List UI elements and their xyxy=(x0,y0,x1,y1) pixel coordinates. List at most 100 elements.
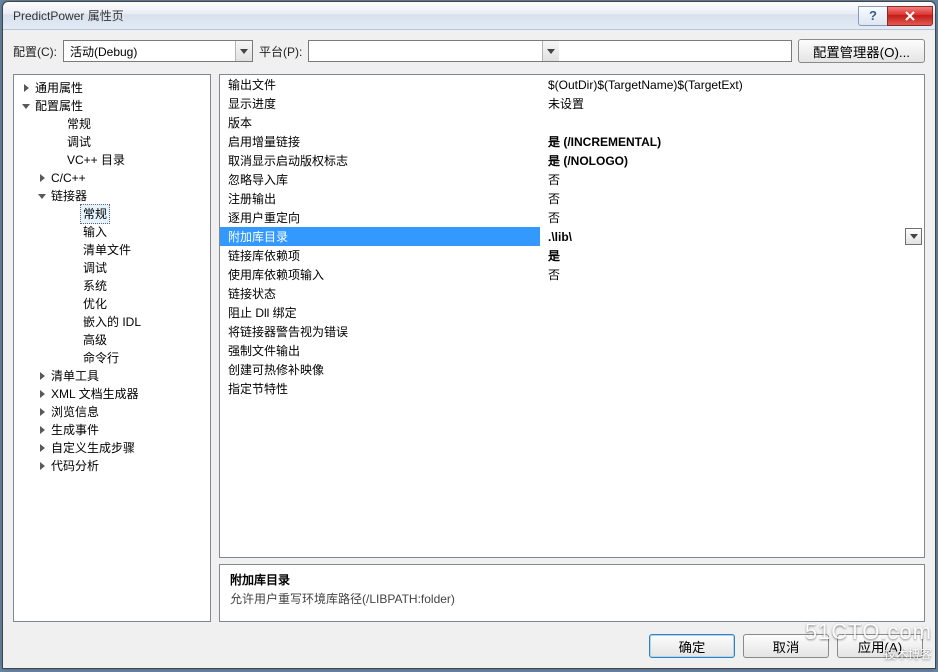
property-row[interactable]: 使用库依赖项输入否 xyxy=(220,265,924,284)
description-title: 附加库目录 xyxy=(230,571,914,588)
dropdown-button[interactable] xyxy=(905,228,922,245)
property-row[interactable]: 启用增量链接是 (/INCREMENTAL) xyxy=(220,132,924,151)
property-name: 指定节特性 xyxy=(220,379,540,398)
property-row[interactable]: 阻止 Dll 绑定 xyxy=(220,303,924,322)
nav-tree[interactable]: 通用属性 配置属性 常规 调试 VC++ 目录 C/C++ 链接器 常规 输入 … xyxy=(13,74,211,622)
property-name: 附加库目录 xyxy=(220,227,540,246)
tree-node-xmlgen[interactable]: XML 文档生成器 xyxy=(14,385,210,403)
expand-icon xyxy=(40,462,45,470)
property-name: 取消显示启动版权标志 xyxy=(220,151,540,170)
tree-node-linker-debug[interactable]: 调试 xyxy=(14,259,210,277)
property-row[interactable]: 链接状态 xyxy=(220,284,924,303)
property-name: 强制文件输出 xyxy=(220,341,540,360)
property-grid[interactable]: 输出文件$(OutDir)$(TargetName)$(TargetExt)显示… xyxy=(219,74,925,558)
titlebar[interactable]: PredictPower 属性页 ? xyxy=(3,2,935,30)
property-name: 忽略导入库 xyxy=(220,170,540,189)
property-row[interactable]: 链接库依赖项是 xyxy=(220,246,924,265)
window-buttons: ? xyxy=(859,6,933,26)
property-name: 注册输出 xyxy=(220,189,540,208)
tree-node-browse[interactable]: 浏览信息 xyxy=(14,403,210,421)
property-row[interactable]: 显示进度未设置 xyxy=(220,94,924,113)
tree-node-vcdir[interactable]: VC++ 目录 xyxy=(14,151,210,169)
property-row[interactable]: 附加库目录.\lib\ xyxy=(220,227,924,246)
property-value[interactable] xyxy=(540,303,924,322)
help-icon: ? xyxy=(869,8,877,23)
property-value[interactable]: .\lib\ xyxy=(540,227,924,246)
property-value[interactable]: 否 xyxy=(540,170,924,189)
help-button[interactable]: ? xyxy=(858,6,888,26)
tree-node-code-analysis[interactable]: 代码分析 xyxy=(14,457,210,475)
property-value[interactable] xyxy=(540,322,924,341)
cancel-button[interactable]: 取消 xyxy=(743,634,829,658)
close-icon xyxy=(904,11,916,21)
tree-node-config[interactable]: 配置属性 xyxy=(14,97,210,115)
chevron-down-icon xyxy=(542,41,559,61)
tree-node-linker-input[interactable]: 输入 xyxy=(14,223,210,241)
tree-node-common[interactable]: 通用属性 xyxy=(14,79,210,97)
tree-node-debug[interactable]: 调试 xyxy=(14,133,210,151)
property-value[interactable] xyxy=(540,379,924,398)
property-name: 逐用户重定向 xyxy=(220,208,540,227)
property-row[interactable]: 版本 xyxy=(220,113,924,132)
dialog-body: 通用属性 配置属性 常规 调试 VC++ 目录 C/C++ 链接器 常规 输入 … xyxy=(3,66,935,628)
property-value[interactable] xyxy=(540,360,924,379)
property-row[interactable]: 将链接器警告视为错误 xyxy=(220,322,924,341)
expand-icon xyxy=(24,84,29,92)
dialog-window: PredictPower 属性页 ? 配置(C): 活动(Debug) 平台(P… xyxy=(2,1,936,669)
property-name: 链接库依赖项 xyxy=(220,246,540,265)
tree-node-custom-build[interactable]: 自定义生成步骤 xyxy=(14,439,210,457)
tree-node-ccpp[interactable]: C/C++ xyxy=(14,169,210,187)
property-name: 输出文件 xyxy=(220,75,540,94)
expand-icon xyxy=(40,390,45,398)
property-row[interactable]: 创建可热修补映像 xyxy=(220,360,924,379)
tree-node-general[interactable]: 常规 xyxy=(14,115,210,133)
config-combo[interactable]: 活动(Debug) xyxy=(63,40,253,62)
close-button[interactable] xyxy=(887,6,933,26)
property-name: 阻止 Dll 绑定 xyxy=(220,303,540,322)
config-manager-button[interactable]: 配置管理器(O)... xyxy=(798,39,925,63)
apply-button[interactable]: 应用(A) xyxy=(837,634,923,658)
chevron-down-icon xyxy=(235,41,252,61)
property-value[interactable]: $(OutDir)$(TargetName)$(TargetExt) xyxy=(540,75,924,94)
collapse-icon xyxy=(22,104,30,109)
property-row[interactable]: 指定节特性 xyxy=(220,379,924,398)
tree-node-manifest-tool[interactable]: 清单工具 xyxy=(14,367,210,385)
tree-node-linker-optimize[interactable]: 优化 xyxy=(14,295,210,313)
property-row[interactable]: 逐用户重定向否 xyxy=(220,208,924,227)
right-pane: 输出文件$(OutDir)$(TargetName)$(TargetExt)显示… xyxy=(219,74,925,622)
property-row[interactable]: 注册输出否 xyxy=(220,189,924,208)
property-row[interactable]: 强制文件输出 xyxy=(220,341,924,360)
property-value[interactable] xyxy=(540,341,924,360)
config-label: 配置(C): xyxy=(13,43,57,60)
tree-node-linker[interactable]: 链接器 xyxy=(14,187,210,205)
property-value[interactable]: 是 (/INCREMENTAL) xyxy=(540,132,924,151)
tree-node-linker-advanced[interactable]: 高级 xyxy=(14,331,210,349)
property-name: 使用库依赖项输入 xyxy=(220,265,540,284)
tree-node-linker-cmdline[interactable]: 命令行 xyxy=(14,349,210,367)
platform-label: 平台(P): xyxy=(259,43,302,60)
property-row[interactable]: 取消显示启动版权标志是 (/NOLOGO) xyxy=(220,151,924,170)
property-value[interactable] xyxy=(540,284,924,303)
property-row[interactable]: 输出文件$(OutDir)$(TargetName)$(TargetExt) xyxy=(220,75,924,94)
property-value[interactable] xyxy=(540,113,924,132)
property-value[interactable]: 是 (/NOLOGO) xyxy=(540,151,924,170)
property-value[interactable]: 否 xyxy=(540,208,924,227)
property-value[interactable]: 是 xyxy=(540,246,924,265)
ok-button[interactable]: 确定 xyxy=(649,634,735,658)
tree-node-build-events[interactable]: 生成事件 xyxy=(14,421,210,439)
tree-node-linker-general[interactable]: 常规 xyxy=(14,205,210,223)
dialog-footer: 确定 取消 应用(A) xyxy=(3,628,935,668)
property-row[interactable]: 忽略导入库否 xyxy=(220,170,924,189)
tree-node-linker-manifest[interactable]: 清单文件 xyxy=(14,241,210,259)
property-value[interactable]: 否 xyxy=(540,265,924,284)
config-toolbar: 配置(C): 活动(Debug) 平台(P): 活动(x64) 配置管理器(O)… xyxy=(3,36,935,66)
platform-combo[interactable]: 活动(x64) xyxy=(308,40,792,62)
description-body: 允许用户重写环境库路径(/LIBPATH:folder) xyxy=(230,590,914,607)
expand-icon xyxy=(40,372,45,380)
property-value[interactable]: 否 xyxy=(540,189,924,208)
tree-node-linker-idl[interactable]: 嵌入的 IDL xyxy=(14,313,210,331)
property-name: 启用增量链接 xyxy=(220,132,540,151)
description-box: 附加库目录 允许用户重写环境库路径(/LIBPATH:folder) xyxy=(219,564,925,622)
tree-node-linker-system[interactable]: 系统 xyxy=(14,277,210,295)
property-value[interactable]: 未设置 xyxy=(540,94,924,113)
